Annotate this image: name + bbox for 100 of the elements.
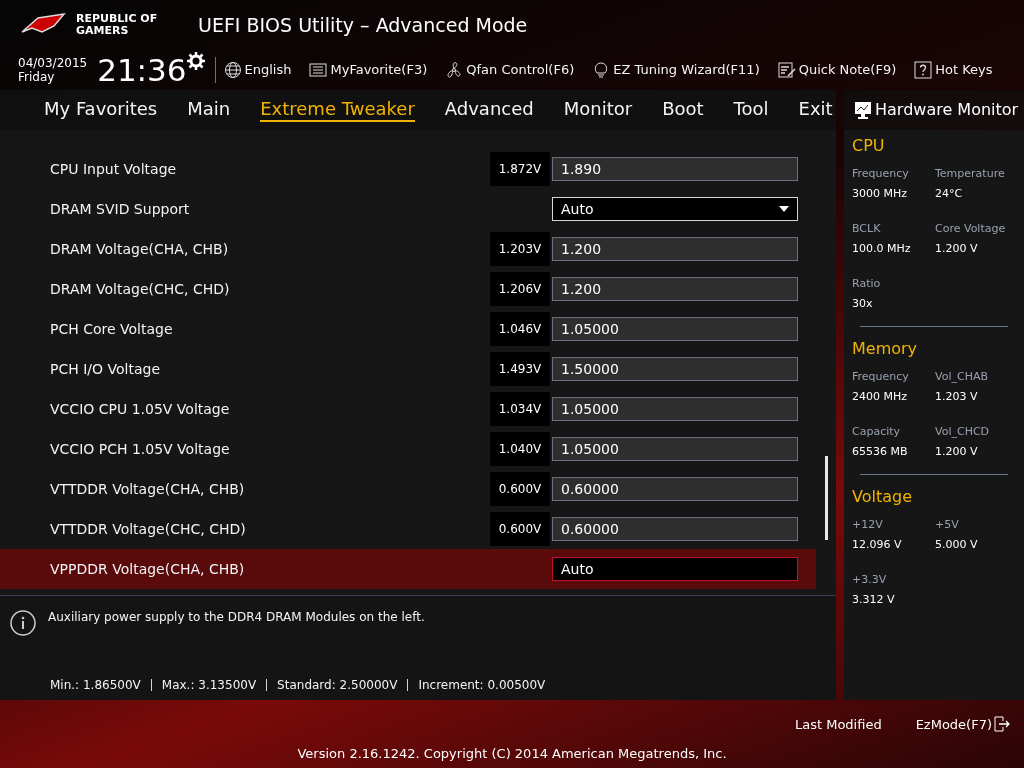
stat-value: 1.203 V xyxy=(935,389,979,405)
clock-time: 21:36 xyxy=(97,54,187,86)
toolbar-button[interactable]: English xyxy=(223,60,292,80)
stat-label: Vol_CHAB xyxy=(935,369,989,385)
info-icon xyxy=(10,610,36,636)
selected-row[interactable]: VPPDDR Voltage(CHA, CHB) Auto xyxy=(0,549,816,589)
input-field[interactable]: 0.60000 xyxy=(552,477,798,501)
setting-label: PCH I/O Voltage xyxy=(50,359,162,379)
current-reading: 1.493V xyxy=(490,352,550,386)
current-reading: 1.203V xyxy=(490,232,550,266)
stat-value: 12.096 V xyxy=(852,537,903,553)
panel-title: Hardware Monitor xyxy=(875,99,1019,121)
setting-row[interactable]: DRAM SVID Support Auto xyxy=(0,189,816,229)
globe-icon xyxy=(223,61,242,79)
setting-row[interactable]: PCH Core Voltage 1.046V 1.05000 xyxy=(0,309,816,349)
fan-icon xyxy=(445,61,464,79)
input-field[interactable]: 1.200 xyxy=(552,277,798,301)
stat-value: 1.200 V xyxy=(935,241,979,257)
stat-label: Frequency xyxy=(852,166,910,182)
note-icon xyxy=(777,61,796,79)
menu-tab[interactable]: Monitor xyxy=(563,98,633,122)
section-title: CPU xyxy=(852,135,886,157)
day-text: Friday xyxy=(18,70,56,84)
setting-row[interactable]: VCCIO CPU 1.05V Voltage 1.034V 1.05000 xyxy=(0,389,816,429)
limit-text: Max.: 3.13500V xyxy=(161,677,257,694)
input-field[interactable]: 0.60000 xyxy=(552,517,798,541)
setting-row[interactable]: VTTDDR Voltage(CHC, CHD) 0.600V 0.60000 xyxy=(0,509,816,549)
toolbar-button[interactable]: Hot Keys xyxy=(914,60,993,80)
input-field[interactable]: Auto xyxy=(552,557,798,581)
stat-value: 100.0 MHz xyxy=(852,241,912,257)
setting-row[interactable]: CPU Input Voltage 1.872V 1.890 xyxy=(0,149,816,189)
stat-label: Ratio xyxy=(852,276,882,292)
setting-label: PCH Core Voltage xyxy=(50,319,174,339)
list-icon xyxy=(309,61,328,79)
stat-value: 3.312 V xyxy=(852,592,896,608)
help-text: Auxiliary power supply to the DDR4 DRAM Modules on the left. xyxy=(48,609,425,626)
stat-label: BCLK xyxy=(852,221,882,237)
limit-text: Min.: 1.86500V xyxy=(50,677,141,694)
toolbar-button[interactable]: MyFavorite(F3) xyxy=(309,60,428,80)
setting-label: DRAM SVID Support xyxy=(50,199,191,219)
stat-value: 30x xyxy=(852,296,874,312)
version-text: Version 2.16.1242. Copyright (C) 2014 American Megatrends, Inc. xyxy=(296,745,728,763)
stat-value: 24°C xyxy=(935,186,964,202)
current-reading: 1.034V xyxy=(490,392,550,426)
settings-icon xyxy=(186,52,205,70)
setting-label: CPU Input Voltage xyxy=(50,159,178,179)
menu-tab[interactable]: Boot xyxy=(662,98,704,122)
input-field[interactable]: 1.05000 xyxy=(552,317,798,341)
stat-label: Frequency xyxy=(852,369,910,385)
menu-tab[interactable]: Exit xyxy=(798,98,833,122)
stat-value: 2400 MHz xyxy=(852,389,909,405)
input-field[interactable]: 1.50000 xyxy=(552,357,798,381)
setting-label: VPPDDR Voltage(CHA, CHB) xyxy=(50,559,246,579)
stat-value: 5.000 V xyxy=(935,537,979,553)
section-title: Memory xyxy=(852,338,919,360)
scrollbar-thumb[interactable] xyxy=(825,456,828,540)
setting-row[interactable]: VTTDDR Voltage(CHA, CHB) 0.600V 0.60000 xyxy=(0,469,816,509)
monitor-icon xyxy=(854,101,872,119)
stat-label: Capacity xyxy=(852,424,902,440)
setting-row[interactable]: DRAM Voltage(CHA, CHB) 1.203V 1.200 xyxy=(0,229,816,269)
dropdown-value: Auto xyxy=(561,199,594,219)
current-reading: 0.600V xyxy=(490,512,550,546)
toolbar-button[interactable]: Qfan Control(F6) xyxy=(445,60,575,80)
setting-label: VCCIO CPU 1.05V Voltage xyxy=(50,399,231,419)
menu-tab[interactable]: My Favorites xyxy=(44,98,158,122)
ezmode-button[interactable]: EzMode(F7) xyxy=(915,714,1010,734)
limit-text: Increment: 0.00500V xyxy=(418,677,546,694)
current-reading: 1.872V xyxy=(490,152,550,186)
stat-value: 65536 MB xyxy=(852,444,909,460)
exit-icon xyxy=(994,716,1010,733)
menu-tab[interactable]: Advanced xyxy=(444,98,534,122)
input-field[interactable]: 1.05000 xyxy=(552,437,798,461)
stat-label: Temperature xyxy=(935,166,1006,182)
limit-text: Standard: 2.50000V xyxy=(277,677,398,694)
setting-label: DRAM Voltage(CHA, CHB) xyxy=(50,239,230,259)
menu-tab[interactable]: Extreme Tweaker xyxy=(260,98,415,122)
section-title: Voltage xyxy=(852,486,913,508)
setting-label: VCCIO PCH 1.05V Voltage xyxy=(50,439,231,459)
date-text: 04/03/2015 xyxy=(18,56,88,70)
menu-tab[interactable]: Main xyxy=(187,98,231,122)
setting-row[interactable]: VCCIO PCH 1.05V Voltage 1.040V 1.05000 xyxy=(0,429,816,469)
last-modified-button[interactable]: Last Modified xyxy=(794,714,882,734)
setting-label: DRAM Voltage(CHC, CHD) xyxy=(50,279,231,299)
stat-value: 3000 MHz xyxy=(852,186,909,202)
question-icon xyxy=(914,61,933,79)
dropdown[interactable]: Auto xyxy=(552,197,798,221)
current-reading: 1.046V xyxy=(490,312,550,346)
input-field[interactable]: 1.05000 xyxy=(552,397,798,421)
toolbar-button[interactable]: Quick Note(F9) xyxy=(777,60,897,80)
input-field[interactable]: 1.200 xyxy=(552,237,798,261)
toolbar-button[interactable]: EZ Tuning Wizard(F11) xyxy=(592,60,760,80)
stat-label: +3.3V xyxy=(852,572,888,588)
caret-icon xyxy=(779,206,789,212)
stat-label: Vol_CHCD xyxy=(935,424,991,440)
stat-label: +12V xyxy=(852,517,884,533)
input-field[interactable]: 1.890 xyxy=(552,157,798,181)
logo-text: REPUBLIC OF GAMERS xyxy=(76,13,159,37)
setting-row[interactable]: PCH I/O Voltage 1.493V 1.50000 xyxy=(0,349,816,389)
setting-row[interactable]: DRAM Voltage(CHC, CHD) 1.206V 1.200 xyxy=(0,269,816,309)
menu-tab[interactable]: Tool xyxy=(733,98,769,122)
